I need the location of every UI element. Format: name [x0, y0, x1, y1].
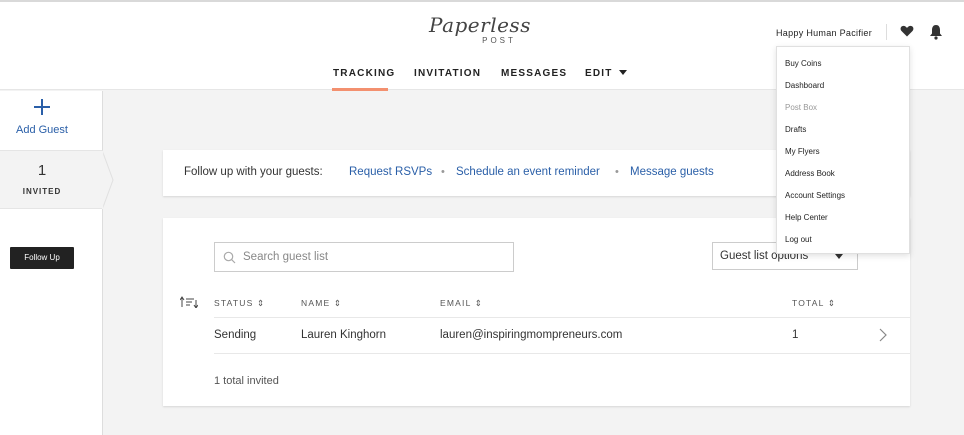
invited-label: INVITED — [22, 187, 62, 196]
invited-filter[interactable]: 1 INVITED — [0, 150, 103, 209]
row-divider — [214, 353, 910, 354]
search-icon — [223, 251, 236, 264]
menu-item-drafts[interactable]: Drafts — [785, 125, 806, 134]
user-menu-name[interactable]: Happy Human Pacifier — [776, 28, 872, 38]
nav-messages[interactable]: MESSAGES — [501, 68, 567, 79]
plus-icon — [34, 99, 50, 115]
column-header-total[interactable]: TOTAL ⇕ — [792, 298, 836, 309]
guest-sidebar: Add Guest 1 INVITED Follow Up — [0, 91, 103, 435]
chevron-right-icon[interactable] — [879, 328, 887, 342]
menu-item-post-box[interactable]: Post Box — [785, 103, 817, 112]
menu-item-help-center[interactable]: Help Center — [785, 213, 828, 222]
nav-edit[interactable]: EDIT — [585, 68, 627, 79]
menu-item-address-book[interactable]: Address Book — [785, 169, 835, 178]
nav-edit-label: EDIT — [585, 68, 613, 79]
row-status: Sending — [214, 329, 257, 341]
column-header-status[interactable]: STATUS ⇕ — [214, 298, 265, 309]
caret-down-icon — [835, 254, 843, 259]
search-input[interactable]: Search guest list — [214, 242, 514, 272]
paperless-post-logo[interactable]: Paperless POST — [400, 14, 560, 45]
row-name: Lauren Kinghorn — [301, 329, 387, 341]
logo-main-text: Paperless — [429, 13, 531, 37]
caret-down-icon — [618, 70, 627, 76]
column-header-name[interactable]: NAME ⇕ — [301, 298, 342, 309]
menu-item-log-out[interactable]: Log out — [785, 235, 812, 244]
menu-item-buy-coins[interactable]: Buy Coins — [785, 59, 821, 68]
nav-tracking[interactable]: TRACKING — [333, 68, 395, 79]
row-divider — [214, 317, 910, 318]
bell-icon[interactable] — [929, 24, 943, 40]
search-placeholder: Search guest list — [243, 251, 329, 263]
header-divider — [886, 24, 887, 40]
nav-invitation[interactable]: INVITATION — [414, 68, 481, 79]
menu-item-account-settings[interactable]: Account Settings — [785, 191, 845, 200]
active-tab-underline — [332, 88, 388, 91]
menu-item-dashboard[interactable]: Dashboard — [785, 81, 824, 90]
row-email: lauren@inspiringmompreneurs.com — [440, 329, 623, 341]
separator-dot: • — [615, 166, 619, 178]
add-guest-label: Add Guest — [16, 124, 68, 136]
invited-pointer-arrow — [102, 150, 114, 210]
menu-item-my-flyers[interactable]: My Flyers — [785, 147, 820, 156]
row-total: 1 — [792, 329, 799, 341]
follow-up-label: Follow up with your guests: — [184, 166, 323, 178]
total-invited-count: 1 total invited — [214, 375, 279, 387]
sort-icon[interactable] — [180, 296, 198, 308]
account-menu-dropdown: Buy Coins Dashboard Post Box Drafts My F… — [776, 46, 910, 254]
message-guests-link[interactable]: Message guests — [630, 166, 714, 178]
follow-up-button[interactable]: Follow Up — [10, 247, 74, 269]
separator-dot: • — [441, 166, 445, 178]
column-header-email[interactable]: EMAIL ⇕ — [440, 298, 483, 309]
invited-count: 1 — [37, 162, 47, 179]
schedule-reminder-link[interactable]: Schedule an event reminder — [456, 166, 600, 178]
request-rsvps-link[interactable]: Request RSVPs — [349, 166, 432, 178]
logo-sub-text: POST — [482, 36, 516, 45]
heart-icon[interactable] — [900, 24, 914, 38]
